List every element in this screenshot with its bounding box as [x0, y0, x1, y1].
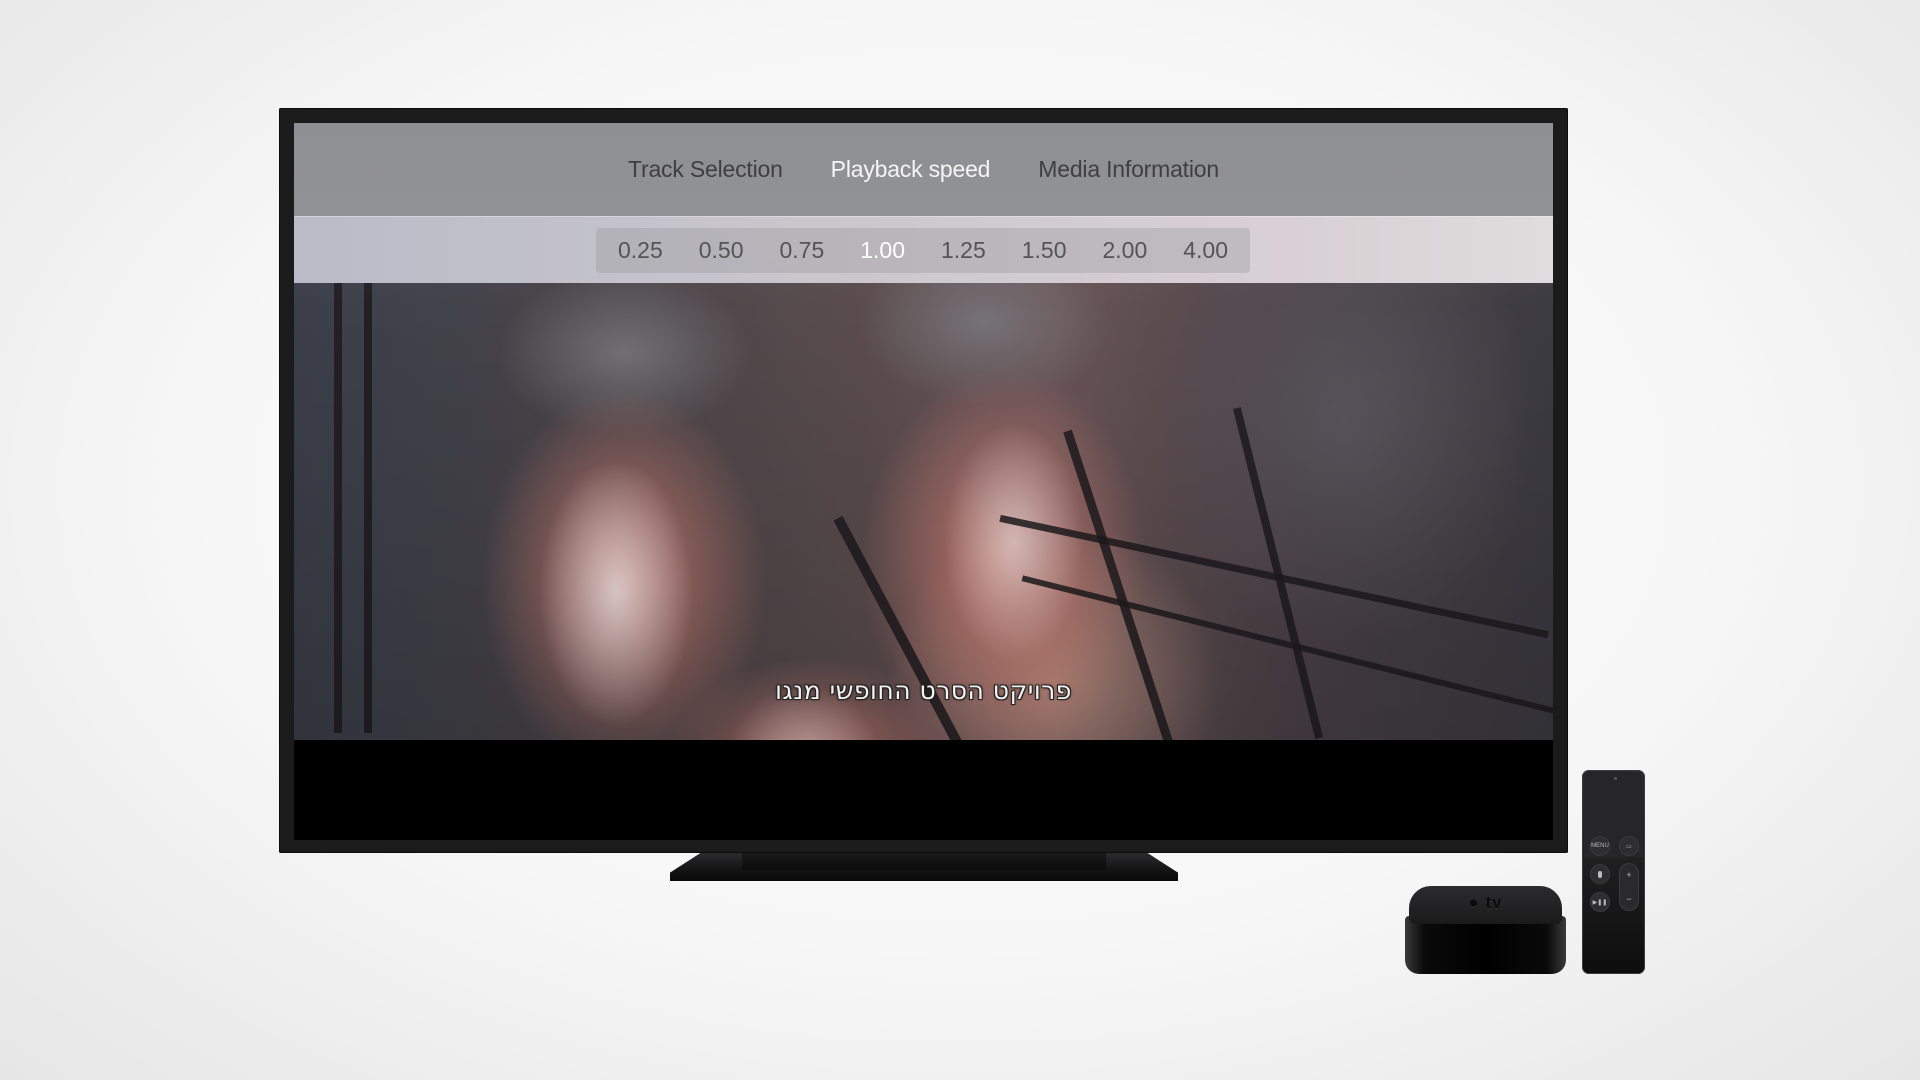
siri-remote: MENU ▭ ▶❚❚ + −	[1582, 770, 1645, 974]
tv-stand-neck	[742, 853, 1106, 870]
remote-volume-rocker[interactable]: + −	[1619, 863, 1639, 911]
tab-track-selection[interactable]: Track Selection	[628, 156, 783, 183]
speed-option-4-00[interactable]: 4.00	[1167, 237, 1245, 264]
speed-option-0-50[interactable]: 0.50	[682, 237, 760, 264]
remote-menu-button[interactable]: MENU	[1590, 836, 1610, 856]
subtitle-text: פרויקט הסרט החופשי מנגו	[775, 676, 1072, 705]
tv-screen: פרויקט הסרט החופשי מנגו Track Selection …	[294, 123, 1553, 840]
speed-option-0-75[interactable]: 0.75	[763, 237, 841, 264]
tab-playback-speed[interactable]: Playback speed	[831, 156, 991, 183]
playback-menu-header: Track Selection Playback speed Media Inf…	[294, 123, 1553, 216]
volume-down-icon[interactable]: −	[1626, 894, 1631, 904]
remote-tv-button[interactable]: ▭	[1619, 836, 1639, 856]
apple-tv-box-side	[1405, 916, 1566, 974]
apple-logo-icon: ●	[1468, 893, 1480, 912]
speed-option-1-00[interactable]: 1.00	[844, 237, 922, 264]
remote-siri-button[interactable]	[1590, 864, 1610, 884]
playback-speed-panel: 0.25 0.50 0.75 1.00 1.25 1.50 2.00 4.00	[294, 216, 1553, 283]
microphone-icon	[1598, 870, 1602, 878]
remote-play-pause-button[interactable]: ▶❚❚	[1590, 892, 1610, 912]
volume-up-icon[interactable]: +	[1626, 870, 1631, 880]
tab-media-information[interactable]: Media Information	[1038, 156, 1219, 183]
speed-option-2-00[interactable]: 2.00	[1086, 237, 1164, 264]
tv-stand	[670, 853, 1178, 881]
playback-speed-selector[interactable]: 0.25 0.50 0.75 1.00 1.25 1.50 2.00 4.00	[596, 228, 1250, 273]
apple-tv-logo: ● tv	[1409, 893, 1562, 913]
apple-tv-box: ● tv	[1405, 886, 1566, 974]
speed-option-1-50[interactable]: 1.50	[1005, 237, 1083, 264]
speed-option-1-25[interactable]: 1.25	[924, 237, 1002, 264]
tv-frame: פרויקט הסרט החופשי מנגו Track Selection …	[279, 108, 1568, 853]
remote-microphone-icon	[1614, 777, 1617, 780]
apple-tv-box-top: ● tv	[1409, 886, 1562, 924]
speed-option-0-25[interactable]: 0.25	[601, 237, 679, 264]
apple-tv-logo-text: tv	[1485, 893, 1503, 912]
